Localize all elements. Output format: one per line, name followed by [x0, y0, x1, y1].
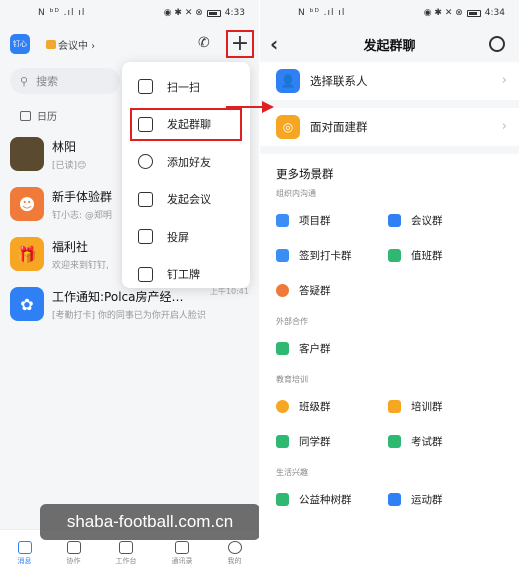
page-title: 发起群聊 — [363, 38, 416, 54]
gift-icon: 🎁 — [10, 237, 44, 271]
chat-preview: [已读]😊 — [52, 160, 87, 171]
status-icons: ◉ ✱ ✕ ⊗ — [423, 8, 463, 18]
page-header: ‹ 发起群聊 — [260, 26, 519, 62]
group-type-sports[interactable]: 运动群 — [388, 492, 500, 507]
meeting-icon — [46, 39, 56, 49]
collaborate-icon — [66, 541, 81, 554]
watermark: shaba-football.com.cn — [40, 504, 259, 540]
group-type-classmate[interactable]: 同学群 — [276, 434, 388, 449]
back-icon[interactable]: ‹ — [270, 32, 278, 56]
grid-icon — [119, 541, 133, 554]
video-icon — [138, 191, 153, 207]
duty-icon — [388, 249, 401, 262]
checkin-icon — [276, 249, 289, 262]
status-bar: N ᵇᴰ .ıl ıl ◉ ✱ ✕ ⊗ 4:33 — [0, 0, 259, 26]
search-bar[interactable]: ⚲ 搜索 — [10, 68, 120, 94]
calendar-icon — [20, 110, 31, 121]
left-screen: N ᵇᴰ .ıl ıl ◉ ✱ ✕ ⊗ 4:33 钉心 会议中 › ✆ + ⚲ … — [0, 0, 259, 577]
group-type-customer[interactable]: 客户群 — [276, 341, 388, 356]
group-type-checkin[interactable]: 签到打卡群 — [276, 248, 388, 263]
chat-preview: [考勤打卡] 你的同事已为你开启人脸识 — [52, 310, 206, 321]
menu-item-cast-screen[interactable]: 投屏 — [122, 218, 250, 256]
folder-icon — [276, 214, 289, 227]
contact-icon: 👤 — [276, 69, 300, 93]
nav-collaborate[interactable]: 协作 — [66, 541, 81, 566]
phone-icon[interactable]: ✆ — [198, 35, 216, 53]
plus-icon: + — [230, 31, 250, 56]
qa-icon — [276, 284, 289, 297]
signal-icon: ◎ — [276, 115, 300, 139]
avatar — [10, 137, 44, 171]
option-face-to-face[interactable]: ◎ 面对面建群 › — [260, 108, 519, 146]
nav-me[interactable]: 我的 — [227, 541, 242, 566]
clock: 4:33 — [224, 8, 245, 18]
clock: 4:34 — [484, 8, 505, 18]
contacts-icon — [175, 541, 189, 554]
section-label: 外部合作 — [276, 317, 308, 326]
group-avatar-icon: ☻ — [10, 187, 44, 221]
group-type-tree-planting[interactable]: 公益种树群 — [276, 492, 388, 507]
runner-icon — [388, 493, 401, 506]
group-type-exam[interactable]: 考试群 — [388, 434, 500, 449]
signal-indicator: N ᵇᴰ .ıl ıl — [298, 8, 346, 18]
chevron-right-icon: › — [501, 119, 507, 134]
group-type-meeting[interactable]: 会议群 — [388, 213, 500, 228]
chevron-right-icon: › — [501, 73, 507, 88]
right-screen: N ᵇᴰ .ıl ıl ◉ ✱ ✕ ⊗ 4:34 ‹ 发起群聊 👤 选择联系人 … — [260, 0, 519, 577]
tab-calendar[interactable]: 日历 — [37, 108, 57, 123]
class-icon — [276, 400, 289, 413]
sprout-icon — [276, 493, 289, 506]
meeting-link[interactable]: 会议中 › — [46, 37, 95, 52]
nav-workbench[interactable]: 工作台 — [116, 541, 137, 566]
graduation-cap-icon — [276, 435, 289, 448]
chat-preview: 钉小志: @郑明 — [52, 210, 112, 221]
section-label: 生活兴趣 — [276, 468, 308, 477]
menu-item-badge[interactable]: 钉工牌 — [122, 256, 250, 294]
chat-preview: 欢迎来到钉钉, — [52, 260, 109, 271]
meeting-link-label: 会议中 › — [58, 40, 96, 52]
add-friend-icon — [138, 154, 153, 170]
section-label: 教育培训 — [276, 375, 308, 384]
cast-icon — [138, 229, 153, 245]
chat-name: 新手体验群 — [52, 189, 113, 204]
group-type-duty[interactable]: 值班群 — [388, 248, 500, 263]
search-icon: ⚲ — [20, 74, 29, 88]
customer-icon — [276, 342, 289, 355]
signal-indicator: N ᵇᴰ .ıl ıl — [38, 8, 86, 18]
status-icons: ◉ ✱ ✕ ⊗ — [163, 8, 203, 18]
section-label: 组织内沟通 — [276, 189, 316, 198]
menu-item-add-friend[interactable]: 添加好友 — [122, 143, 250, 181]
group-chat-icon — [138, 116, 153, 132]
app-logo[interactable]: 钉心 — [10, 34, 30, 54]
search-placeholder: 搜索 — [36, 75, 59, 88]
help-icon[interactable] — [489, 36, 505, 52]
person-icon — [227, 541, 242, 554]
nav-contacts[interactable]: 通讯录 — [172, 541, 193, 566]
status-bar: N ᵇᴰ .ıl ıl ◉ ✱ ✕ ⊗ 4:34 — [260, 0, 519, 26]
scan-icon — [138, 79, 153, 95]
folder-icon — [388, 214, 401, 227]
work-notice-icon: ✿ — [10, 287, 44, 321]
annotation-arrow — [226, 101, 274, 113]
battery-icon — [206, 9, 221, 17]
add-button[interactable]: + — [226, 30, 254, 58]
battery-icon — [466, 9, 481, 17]
add-menu: 扫一扫 发起群聊 添加好友 发起会议 投屏 钉工牌 — [122, 62, 250, 288]
group-type-qa[interactable]: 答疑群 — [276, 283, 388, 298]
top-bar: 钉心 会议中 › ✆ + — [0, 26, 259, 62]
scene-title: 更多场景群 — [276, 167, 334, 181]
chat-icon — [17, 541, 32, 554]
pencil-icon — [388, 435, 401, 448]
group-type-class[interactable]: 班级群 — [276, 399, 388, 414]
badge-icon — [138, 266, 153, 282]
group-type-project[interactable]: 项目群 — [276, 213, 388, 228]
scene-groups: 更多场景群 组织内沟通 项目群 会议群 签到打卡群 值班群 答疑群 外部合作 客… — [260, 154, 519, 577]
group-type-training[interactable]: 培训群 — [388, 399, 500, 414]
chat-name: 福利社 — [52, 239, 89, 254]
option-select-contacts[interactable]: 👤 选择联系人 › — [260, 62, 519, 100]
nav-messages[interactable]: 消息 — [17, 541, 32, 566]
menu-item-start-meeting[interactable]: 发起会议 — [122, 181, 250, 219]
training-icon — [388, 400, 401, 413]
chat-name: 林阳 — [52, 139, 77, 154]
